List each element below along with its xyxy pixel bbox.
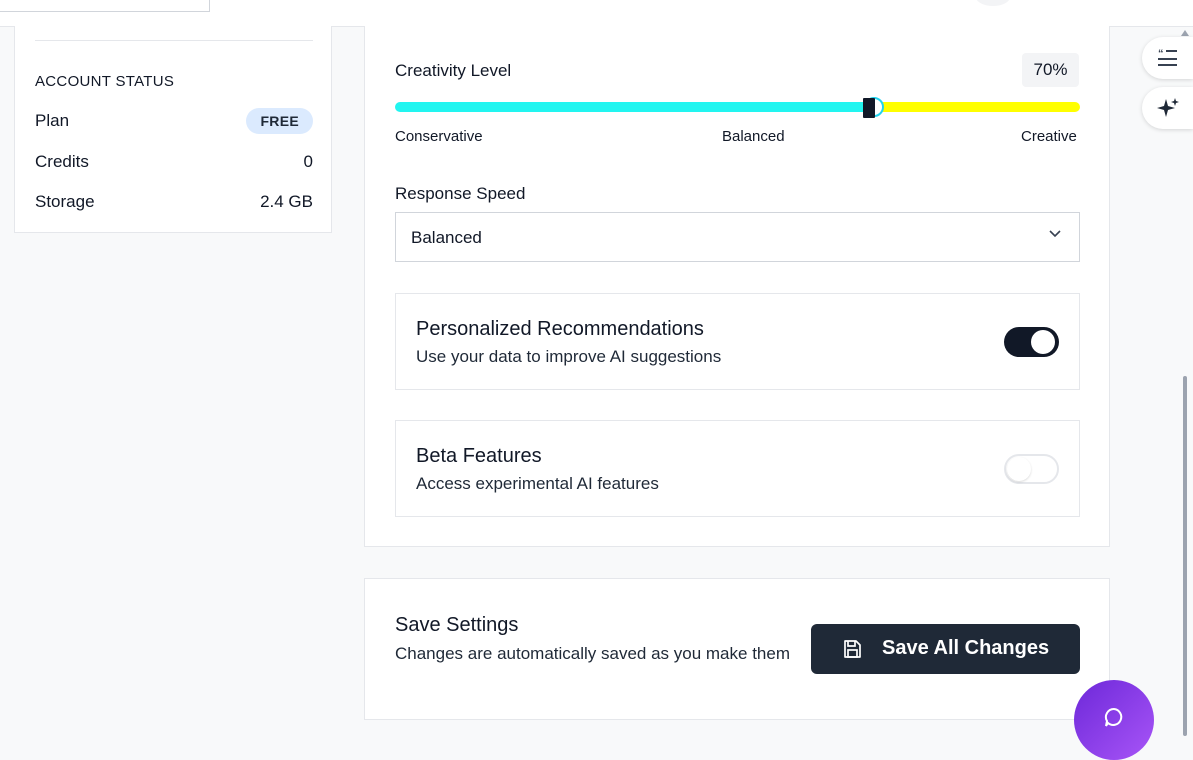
creativity-value: 70% [1022,53,1079,87]
tick-creative: Creative [1021,128,1077,145]
plan-badge: FREE [246,108,313,134]
chat-button[interactable] [1074,680,1154,760]
avatar[interactable] [976,0,1010,6]
save-settings-card: Save Settings Changes are automatically … [364,578,1110,720]
storage-label: Storage [35,192,95,211]
ai-assist-button[interactable] [1142,87,1193,129]
floppy-disk-icon [844,640,861,658]
save-all-changes-button[interactable]: Save All Changes [811,624,1080,674]
save-settings-description: Changes are automatically saved as you m… [395,644,790,663]
chat-bubble-icon [1104,707,1123,727]
beta-features-card: Beta Features Access experimental AI fea… [395,420,1080,517]
personalized-recommendations-toggle[interactable] [1004,327,1059,357]
scrollbar[interactable] [1177,26,1193,736]
response-speed-value: Balanced [411,228,482,247]
toggle-title: Personalized Recommendations [416,318,704,340]
quote-list-button[interactable]: “ [1142,37,1193,79]
plan-row: Plan FREE [35,108,313,134]
scroll-up-icon[interactable] [1181,30,1189,36]
credits-label: Credits [35,152,89,171]
creativity-label: Creativity Level [395,61,512,80]
divider [35,40,313,41]
credits-value: 0 [303,152,313,171]
response-speed-select[interactable]: Balanced [395,212,1080,262]
toggle-knob [1007,457,1031,481]
storage-value: 2.4 GB [260,192,313,211]
beta-features-toggle[interactable] [1004,454,1059,484]
personalized-recommendations-card: Personalized Recommendations Use your da… [395,293,1080,390]
plan-label: Plan [35,111,70,130]
search-field[interactable] [0,0,210,12]
save-settings-title: Save Settings [395,614,519,636]
creativity-slider[interactable] [395,97,1080,118]
toggle-description: Use your data to improve AI suggestions [416,347,722,366]
sparkles-icon [1156,98,1179,117]
tick-balanced: Balanced [722,128,785,145]
ai-settings-card: Creativity Level 70% Conservative Balanc… [364,26,1110,547]
quote-list-icon: “ [1157,48,1177,66]
toggle-title: Beta Features [416,445,542,467]
tick-conservative: Conservative [395,128,483,145]
chevron-down-icon [1049,230,1061,238]
storage-row: Storage 2.4 GB [35,190,313,214]
scroll-thumb[interactable] [1183,376,1187,736]
top-bar [0,0,1193,27]
response-speed-label: Response Speed [395,184,526,203]
toggle-description: Access experimental AI features [416,474,659,493]
account-status-heading: ACCOUNT STATUS [35,73,175,90]
account-card: ACCOUNT STATUS Plan FREE Credits 0 Stora… [14,26,332,233]
save-button-label: Save All Changes [882,637,1050,659]
toggle-knob [1031,330,1055,354]
slider-grip[interactable] [863,98,875,118]
credits-row: Credits 0 [35,150,313,174]
